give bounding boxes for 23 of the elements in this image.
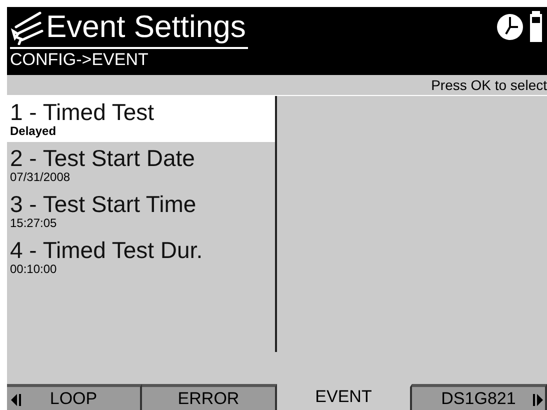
tab[interactable]: DS1G821 <box>412 384 547 410</box>
tab[interactable]: LOOP <box>7 384 142 410</box>
menu-item[interactable]: 1 - Timed Test Delayed <box>7 96 275 142</box>
menu-item[interactable]: 4 - Timed Test Dur. 00:10:00 <box>7 234 275 280</box>
breadcrumb: CONFIG->EVENT <box>10 49 150 71</box>
right-arrow-icon <box>533 393 543 407</box>
screen-title: Event Settings <box>46 9 246 45</box>
hint-text: Press OK to select <box>431 77 547 93</box>
item-value: 07/31/2008 <box>10 170 72 185</box>
tools-icon <box>10 9 44 45</box>
left-arrow-icon <box>11 393 21 407</box>
item-label: 3 - Test Start Time <box>10 192 198 216</box>
item-value: 15:27:05 <box>10 216 58 231</box>
menu-item[interactable]: 2 - Test Start Date 07/31/2008 <box>7 142 275 188</box>
clock-icon <box>495 12 525 42</box>
tab[interactable]: ERROR <box>142 384 277 410</box>
menu-item[interactable]: 3 - Test Start Time 15:27:05 <box>7 188 275 234</box>
item-label: 4 - Timed Test Dur. <box>10 238 204 262</box>
item-label: 2 - Test Start Date <box>10 146 196 170</box>
battery-icon <box>529 11 543 43</box>
item-value: Delayed <box>10 124 58 139</box>
item-value: 00:10:00 <box>10 262 58 277</box>
item-label: 1 - Timed Test <box>10 100 156 124</box>
